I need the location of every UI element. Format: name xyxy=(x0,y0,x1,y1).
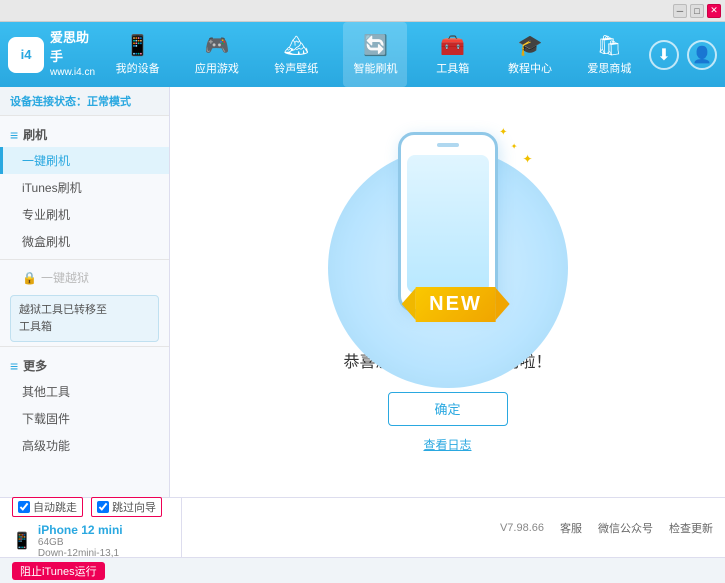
logo-main-text: 爱思助手 xyxy=(50,29,98,65)
nav-items: 📱 我的设备 🎮 应用游戏 🏔 铃声壁纸 🔄 智能刷机 🧰 工具箱 🎓 教程中心… xyxy=(98,22,649,87)
flash-section-title: ≡ 刷机 xyxy=(0,122,169,147)
device-phone-icon: 📱 xyxy=(12,531,32,551)
nav-item-mall[interactable]: 🛍 爱思商城 xyxy=(577,22,641,87)
tutorials-icon: 🎓 xyxy=(518,33,543,58)
logo-text: 爱思助手 www.i4.cn xyxy=(50,29,98,79)
flash-section: ≡ 刷机 一键刷机 iTunes刷机 专业刷机 微盒刷机 xyxy=(0,122,169,255)
status-label: 设备连接状态： xyxy=(10,96,87,108)
checkboxes: 自动跳走 跳过向导 xyxy=(12,497,173,517)
logo-letter: i4 xyxy=(21,47,32,62)
more-section-icon: ≡ xyxy=(10,358,18,374)
maximize-button[interactable]: □ xyxy=(690,4,704,18)
logo: i4 爱思助手 www.i4.cn xyxy=(8,29,98,79)
nav-item-my-device[interactable]: 📱 我的设备 xyxy=(106,22,170,87)
apps-icon: 🎮 xyxy=(204,33,229,58)
divider-2 xyxy=(0,346,169,347)
device-model: Down-12mini-13,1 xyxy=(38,548,123,559)
wechat-mp-link[interactable]: 微信公众号 xyxy=(598,520,653,536)
smart-shop-icon: 🔄 xyxy=(363,33,388,58)
sidebar-item-jailbreak-disabled: 🔒 一键越狱 xyxy=(0,264,169,291)
close-button[interactable]: ✕ xyxy=(707,4,721,18)
tutorial-link[interactable]: 查看日志 xyxy=(423,436,471,453)
device-details-wrap: iPhone 12 mini 64GB Down-12mini-13,1 xyxy=(38,523,123,559)
jailbreak-notice: 越狱工具已转移至工具箱 xyxy=(10,295,159,342)
flash-section-label: 刷机 xyxy=(23,126,47,143)
nav-label-tools: 工具箱 xyxy=(436,60,469,76)
more-section-title: ≡ 更多 xyxy=(0,353,169,378)
sidebar-item-micro-flash[interactable]: 微盒刷机 xyxy=(0,228,169,255)
new-badge: NEW xyxy=(429,293,482,316)
sidebar: 设备连接状态：正常模式 ≡ 刷机 一键刷机 iTunes刷机 专业刷机 微盒刷机… xyxy=(0,87,170,497)
more-section: ≡ 更多 其他工具 下载固件 高级功能 xyxy=(0,353,169,459)
nav-actions: ⬇ 👤 xyxy=(649,40,717,70)
skip-guide-input[interactable] xyxy=(97,501,109,513)
nav-item-tools[interactable]: 🧰 工具箱 xyxy=(423,22,483,87)
auto-jump-checkbox[interactable]: 自动跳走 xyxy=(12,497,83,517)
nav-item-tutorials[interactable]: 🎓 教程中心 xyxy=(498,22,562,87)
stop-itunes-button[interactable]: 阻止iTunes运行 xyxy=(12,562,105,580)
auto-jump-input[interactable] xyxy=(18,501,30,513)
sidebar-item-download-fw[interactable]: 下载固件 xyxy=(0,405,169,432)
auto-jump-label: 自动跳走 xyxy=(33,499,77,515)
user-button[interactable]: 👤 xyxy=(687,40,717,70)
skip-guide-label: 跳过向导 xyxy=(112,499,156,515)
check-update-link[interactable]: 检查更新 xyxy=(669,520,713,536)
more-section-label: 更多 xyxy=(23,357,47,374)
device-icon: 📱 xyxy=(125,33,150,58)
nav-label-smart-shop: 智能刷机 xyxy=(353,60,397,76)
nav-bar: i4 爱思助手 www.i4.cn 📱 我的设备 🎮 应用游戏 🏔 铃声壁纸 🔄… xyxy=(0,22,725,87)
customer-service-link[interactable]: 客服 xyxy=(560,520,582,536)
nav-label-mall: 爱思商城 xyxy=(587,60,631,76)
sidebar-item-advanced[interactable]: 高级功能 xyxy=(0,432,169,459)
bottom-bar: 自动跳走 跳过向导 📱 iPhone 12 mini 64GB Down-12m… xyxy=(0,497,725,557)
nav-item-apps[interactable]: 🎮 应用游戏 xyxy=(185,22,249,87)
status-value: 正常模式 xyxy=(87,96,131,108)
sidebar-item-other-tools[interactable]: 其他工具 xyxy=(0,378,169,405)
bottom-left: 自动跳走 跳过向导 📱 iPhone 12 mini 64GB Down-12m… xyxy=(12,498,182,557)
flash-section-icon: ≡ xyxy=(10,127,18,143)
device-storage: 64GB xyxy=(38,537,123,548)
mall-icon: 🛍 xyxy=(597,33,622,58)
nav-label-tutorials: 教程中心 xyxy=(508,60,552,76)
lock-icon: 🔒 xyxy=(22,271,37,285)
nav-label-apps: 应用游戏 xyxy=(195,60,239,76)
nav-item-smart-shop[interactable]: 🔄 智能刷机 xyxy=(343,22,407,87)
logo-icon: i4 xyxy=(8,37,44,73)
skip-guide-checkbox[interactable]: 跳过向导 xyxy=(91,497,162,517)
logo-sub-text: www.i4.cn xyxy=(50,66,98,80)
sidebar-item-one-key[interactable]: 一键刷机 xyxy=(0,147,169,174)
divider-1 xyxy=(0,259,169,260)
content-area: NEW ✦ ✦ ✦ 恭喜您，保资料刷机成功啦！ 确定 查看日志 xyxy=(170,87,725,497)
main-content: 设备连接状态：正常模式 ≡ 刷机 一键刷机 iTunes刷机 专业刷机 微盒刷机… xyxy=(0,87,725,497)
version-label: V7.98.66 xyxy=(500,522,544,534)
sparkle-3: ✦ xyxy=(499,127,507,138)
nav-label-my-device: 我的设备 xyxy=(116,60,160,76)
minimize-button[interactable]: ─ xyxy=(673,4,687,18)
status-footer: 阻止iTunes运行 xyxy=(0,557,725,583)
confirm-button[interactable]: 确定 xyxy=(388,392,508,426)
sparkle-1: ✦ xyxy=(522,152,532,166)
title-bar: ─ □ ✕ xyxy=(0,0,725,22)
nav-label-wallpaper: 铃声壁纸 xyxy=(274,60,318,76)
nav-item-wallpaper[interactable]: 🏔 铃声壁纸 xyxy=(264,22,328,87)
tools-icon: 🧰 xyxy=(440,33,465,58)
download-button[interactable]: ⬇ xyxy=(649,40,679,70)
phone-wrap: NEW ✦ ✦ ✦ xyxy=(368,132,528,348)
wallpaper-icon: 🏔 xyxy=(284,33,309,58)
footer-left: 阻止iTunes运行 xyxy=(12,562,713,580)
sparkle-2: ✦ xyxy=(511,142,518,151)
device-info: 📱 iPhone 12 mini 64GB Down-12mini-13,1 xyxy=(12,523,173,559)
device-name: iPhone 12 mini xyxy=(38,523,123,537)
sidebar-item-pro-flash[interactable]: 专业刷机 xyxy=(0,201,169,228)
sidebar-item-itunes[interactable]: iTunes刷机 xyxy=(0,174,169,201)
status-bar: 设备连接状态：正常模式 xyxy=(0,87,169,116)
bottom-right: V7.98.66 客服 微信公众号 检查更新 xyxy=(182,520,713,536)
